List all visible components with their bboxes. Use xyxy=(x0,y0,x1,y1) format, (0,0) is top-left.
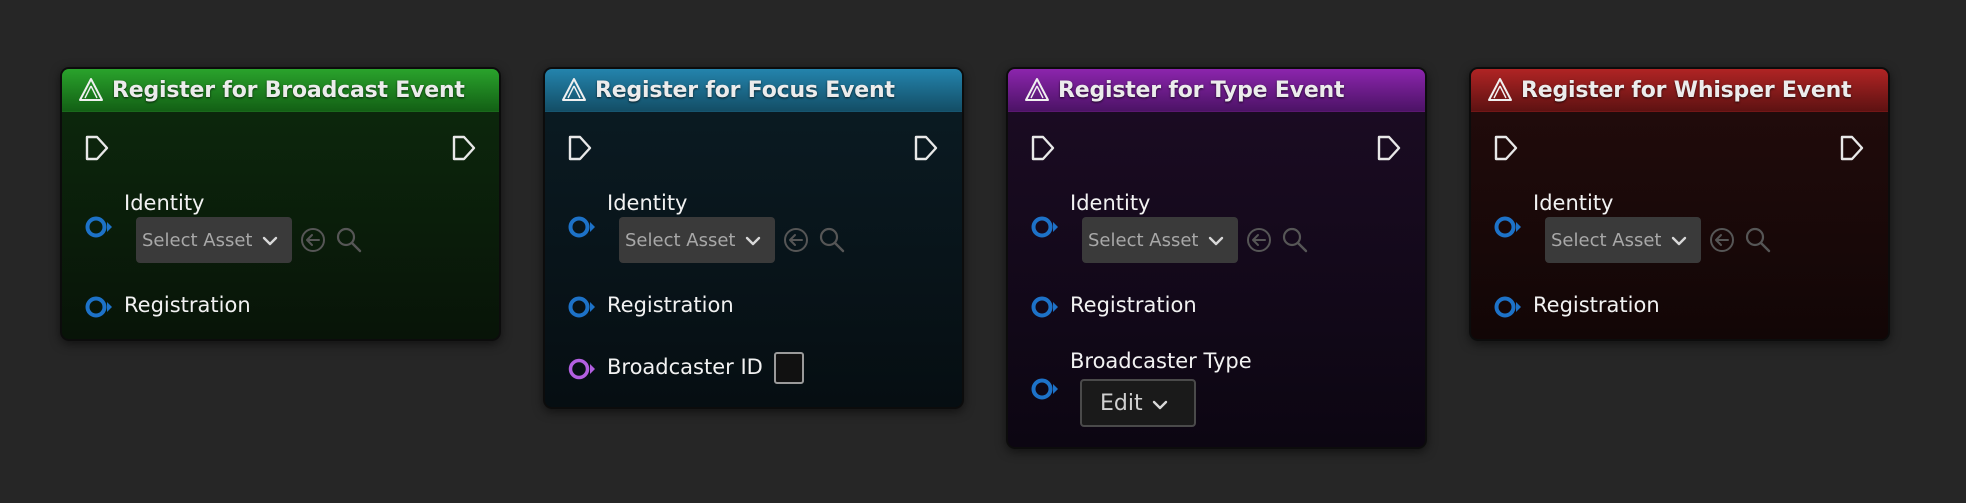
node-title: Register for Focus Event xyxy=(595,77,895,103)
exec-output-pin[interactable] xyxy=(1376,133,1402,163)
registration-label: Registration xyxy=(1533,293,1660,317)
select-asset-text: Select Asset xyxy=(1088,229,1199,251)
node-title: Register for Whisper Event xyxy=(1521,77,1852,103)
registration-pin[interactable] xyxy=(567,294,599,320)
select-asset-dropdown[interactable]: Select Asset xyxy=(1082,217,1238,263)
select-asset-text: Select Asset xyxy=(1551,229,1662,251)
broadcaster-type-label: Broadcaster Type xyxy=(1070,349,1252,373)
chevron-down-icon xyxy=(1669,231,1689,251)
identity-pin[interactable] xyxy=(84,214,116,240)
exec-output-pin[interactable] xyxy=(451,133,477,163)
select-asset-dropdown[interactable]: Select Asset xyxy=(136,217,292,263)
function-icon xyxy=(1487,77,1513,103)
node-register-whisper-event[interactable]: Register for Whisper Event Identity Sele… xyxy=(1469,67,1890,341)
registration-pin[interactable] xyxy=(1493,294,1525,320)
exec-output-pin[interactable] xyxy=(1839,133,1865,163)
node-header[interactable]: Register for Type Event xyxy=(1008,69,1425,112)
browse-back-icon[interactable] xyxy=(781,225,811,255)
identity-label: Identity xyxy=(124,191,205,215)
identity-label: Identity xyxy=(607,191,688,215)
node-header[interactable]: Register for Focus Event xyxy=(545,69,962,112)
identity-label: Identity xyxy=(1070,191,1151,215)
function-icon xyxy=(561,77,587,103)
select-asset-text: Select Asset xyxy=(142,229,253,251)
registration-label: Registration xyxy=(124,293,251,317)
identity-pin[interactable] xyxy=(567,214,599,240)
registration-pin[interactable] xyxy=(84,294,116,320)
select-asset-text: Select Asset xyxy=(625,229,736,251)
exec-input-pin[interactable] xyxy=(1030,133,1056,163)
node-register-type-event[interactable]: Register for Type Event Identity Select … xyxy=(1006,67,1427,449)
registration-label: Registration xyxy=(607,293,734,317)
node-title: Register for Broadcast Event xyxy=(112,77,465,103)
edit-dropdown-button[interactable]: Edit xyxy=(1080,379,1196,427)
broadcaster-id-label: Broadcaster ID xyxy=(607,355,763,379)
identity-label: Identity xyxy=(1533,191,1614,215)
registration-pin[interactable] xyxy=(1030,294,1062,320)
exec-output-pin[interactable] xyxy=(913,133,939,163)
exec-input-pin[interactable] xyxy=(84,133,110,163)
chevron-down-icon xyxy=(1150,395,1170,415)
exec-input-pin[interactable] xyxy=(567,133,593,163)
node-register-broadcast-event[interactable]: Register for Broadcast Event Identity Se… xyxy=(60,67,501,341)
broadcaster-type-pin[interactable] xyxy=(1030,376,1062,402)
identity-pin[interactable] xyxy=(1030,214,1062,240)
exec-input-pin[interactable] xyxy=(1493,133,1519,163)
search-icon[interactable] xyxy=(334,225,364,255)
select-asset-dropdown[interactable]: Select Asset xyxy=(619,217,775,263)
function-icon xyxy=(78,77,104,103)
identity-pin[interactable] xyxy=(1493,214,1525,240)
chevron-down-icon xyxy=(260,231,280,251)
chevron-down-icon xyxy=(1206,231,1226,251)
broadcaster-id-checkbox[interactable] xyxy=(774,352,804,384)
search-icon[interactable] xyxy=(1280,225,1310,255)
select-asset-dropdown[interactable]: Select Asset xyxy=(1545,217,1701,263)
browse-back-icon[interactable] xyxy=(1707,225,1737,255)
edit-label: Edit xyxy=(1100,390,1143,416)
broadcaster-id-pin[interactable] xyxy=(567,356,599,382)
browse-back-icon[interactable] xyxy=(298,225,328,255)
node-title: Register for Type Event xyxy=(1058,77,1345,103)
node-header[interactable]: Register for Whisper Event xyxy=(1471,69,1888,112)
search-icon[interactable] xyxy=(817,225,847,255)
browse-back-icon[interactable] xyxy=(1244,225,1274,255)
registration-label: Registration xyxy=(1070,293,1197,317)
search-icon[interactable] xyxy=(1743,225,1773,255)
node-register-focus-event[interactable]: Register for Focus Event Identity Select… xyxy=(543,67,964,409)
node-header[interactable]: Register for Broadcast Event xyxy=(62,69,499,112)
function-icon xyxy=(1024,77,1050,103)
chevron-down-icon xyxy=(743,231,763,251)
